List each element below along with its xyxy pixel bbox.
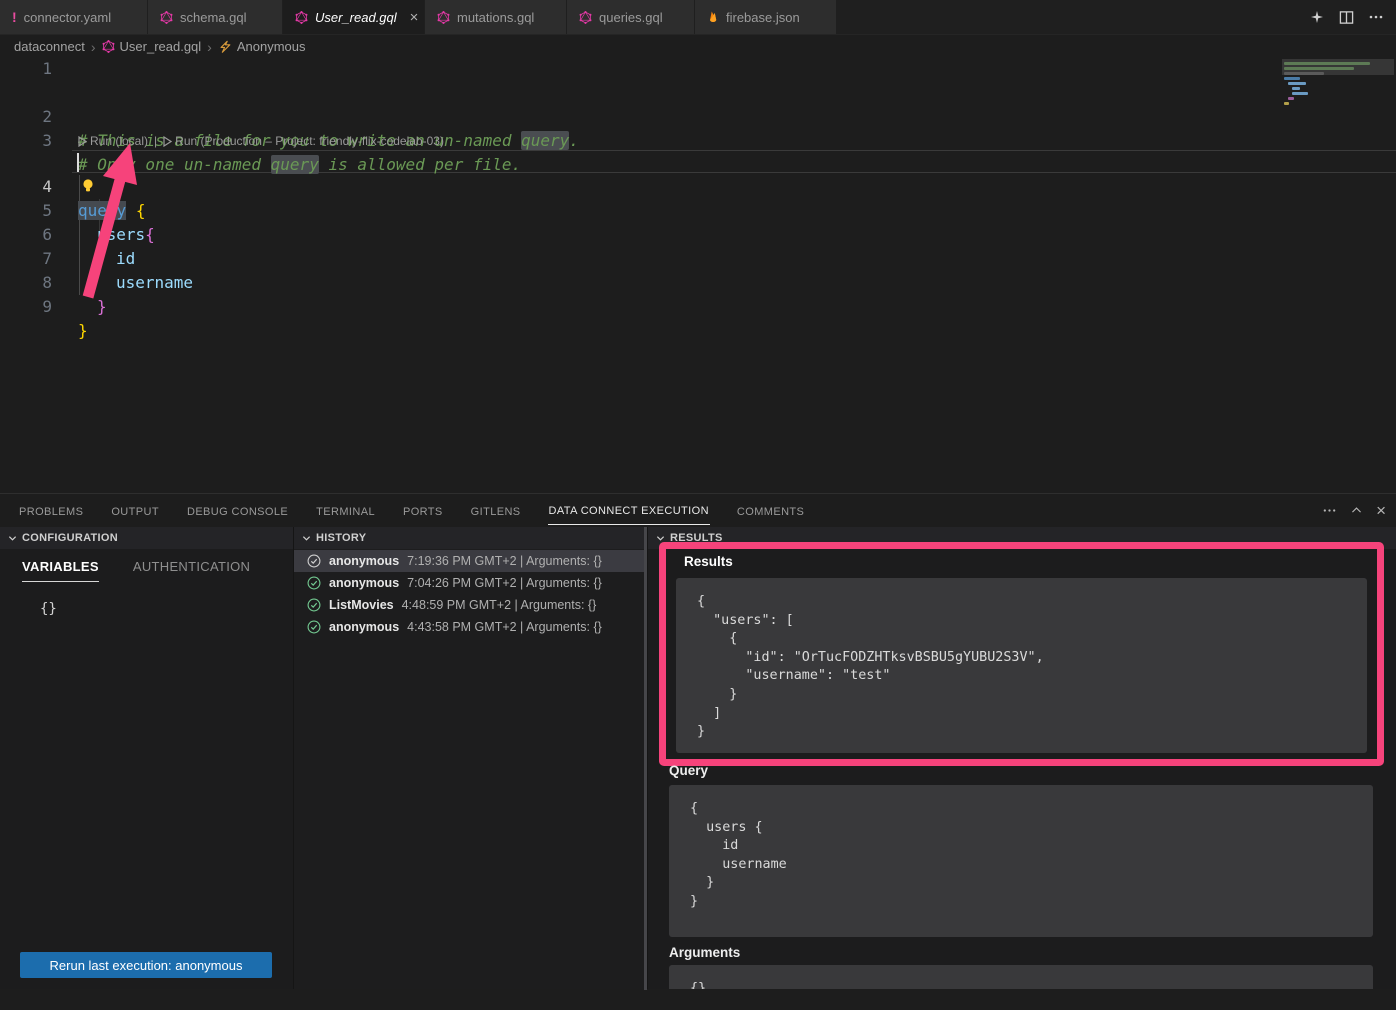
bottom-panel: PROBLEMS OUTPUT DEBUG CONSOLE TERMINAL P… (0, 493, 1396, 1010)
history-row[interactable]: ListMovies 4:48:59 PM GMT+2 | Arguments:… (294, 594, 647, 616)
panel-tab-comments[interactable]: COMMENTS (736, 497, 805, 525)
history-header[interactable]: HISTORY (294, 527, 647, 549)
results-code-block: { "users": [ { "id": "OrTucFODZHTksvBSBU… (676, 578, 1367, 753)
success-check-icon (307, 620, 321, 634)
event-bolt-icon (218, 40, 232, 54)
results-section: RESULTS Results { "users": [ { "id": "Or… (647, 527, 1396, 989)
panel-tab-ports[interactable]: PORTS (402, 497, 444, 525)
panel-actions: × (1322, 494, 1386, 527)
query-text: { users { id username } } (669, 785, 1373, 912)
word-highlight: query (521, 131, 569, 150)
copilot-sparkle-icon[interactable] (1309, 9, 1325, 25)
code-line: } (97, 295, 107, 319)
panel-tab-output[interactable]: OUTPUT (110, 497, 160, 525)
tab-mutations-gql[interactable]: mutations.gql (425, 0, 567, 34)
tab-variables[interactable]: VARIABLES (22, 559, 99, 582)
chevron-down-icon (8, 534, 17, 543)
arguments-text: {} (669, 965, 1373, 989)
panel-tab-debug-console[interactable]: DEBUG CONSOLE (186, 497, 289, 525)
history-row[interactable]: anonymous 7:04:26 PM GMT+2 | Arguments: … (294, 572, 647, 594)
graphql-icon (295, 11, 308, 24)
split-editor-icon[interactable] (1339, 10, 1354, 25)
success-check-icon (307, 598, 321, 612)
graphql-icon (102, 40, 115, 53)
graphql-icon (579, 11, 592, 24)
breadcrumb: dataconnect › User_read.gql › Anonymous (0, 36, 1396, 57)
play-icon (163, 136, 172, 147)
tab-label: queries.gql (599, 10, 663, 25)
arguments-label: Arguments (669, 945, 740, 960)
configuration-header[interactable]: CONFIGURATION (0, 527, 293, 549)
tab-label: User_read.gql (315, 10, 397, 25)
yaml-warning-icon: ! (12, 9, 17, 25)
more-actions-icon[interactable] (1322, 503, 1337, 518)
more-actions-icon[interactable] (1368, 9, 1384, 25)
chevron-down-icon (302, 534, 311, 543)
tab-label: mutations.gql (457, 10, 534, 25)
line-number: 9 (0, 295, 52, 319)
success-check-icon (307, 576, 321, 590)
results-highlight-box: Results { "users": [ { "id": "OrTucFODZH… (659, 542, 1384, 766)
results-label: Results (684, 554, 733, 569)
query-label: Query (669, 763, 708, 778)
tab-label: connector.yaml (24, 10, 111, 25)
run-local-link[interactable]: Run (local) (78, 134, 148, 148)
panel-tab-terminal[interactable]: TERMINAL (315, 497, 376, 525)
editor-tab-bar: ! connector.yaml schema.gql User_read.gq… (0, 0, 1396, 35)
tab-queries-gql[interactable]: queries.gql (567, 0, 695, 34)
text-cursor (77, 153, 79, 172)
tab-label: firebase.json (726, 10, 800, 25)
history-row[interactable]: anonymous 7:19:36 PM GMT+2 | Arguments: … (294, 550, 647, 572)
line-number: 3 (0, 129, 52, 153)
vscode-window: ! connector.yaml schema.gql User_read.gq… (0, 0, 1396, 1010)
chevron-right-icon: › (207, 39, 212, 55)
code-editor[interactable]: 1 2 # This is a file for you to write an… (0, 57, 1396, 493)
firebase-icon (707, 10, 719, 24)
line-number: 1 (0, 57, 52, 81)
query-code-block: { users { id username } } (669, 785, 1373, 937)
codelens: Run (local) | Run (Production – Project:… (78, 131, 444, 151)
history-section: HISTORY anonymous 7:19:36 PM GMT+2 | Arg… (293, 527, 647, 989)
tab-schema-gql[interactable]: schema.gql (148, 0, 283, 34)
results-json: { "users": [ { "id": "OrTucFODZHTksvBSBU… (676, 578, 1367, 742)
code-line: } (78, 319, 88, 343)
rerun-last-execution-button[interactable]: Rerun last execution: anonymous (20, 952, 272, 978)
tab-label: schema.gql (180, 10, 246, 25)
close-icon[interactable]: × (410, 10, 419, 25)
arguments-code-block: {} (669, 965, 1373, 989)
configuration-tabs: VARIABLES AUTHENTICATION (22, 559, 250, 582)
lightbulb-icon[interactable] (81, 178, 95, 193)
panel-tab-gitlens[interactable]: GITLENS (470, 497, 522, 525)
panel-tab-problems[interactable]: PROBLEMS (18, 497, 84, 525)
graphql-icon (437, 11, 450, 24)
tab-authentication[interactable]: AUTHENTICATION (133, 559, 250, 582)
configuration-section: CONFIGURATION VARIABLES AUTHENTICATION {… (0, 527, 293, 989)
panel-tab-data-connect-execution[interactable]: DATA CONNECT EXECUTION (548, 496, 710, 525)
play-icon (78, 136, 87, 147)
panel-tab-bar: PROBLEMS OUTPUT DEBUG CONSOLE TERMINAL P… (0, 494, 1396, 527)
editor-actions (1309, 0, 1396, 34)
tab-connector-yaml[interactable]: ! connector.yaml (0, 0, 148, 34)
history-row[interactable]: anonymous 4:43:58 PM GMT+2 | Arguments: … (294, 616, 647, 638)
chevron-right-icon: › (91, 39, 96, 55)
graphql-icon (160, 11, 173, 24)
minimap[interactable] (1282, 59, 1394, 117)
breadcrumb-symbol[interactable]: Anonymous (218, 39, 306, 54)
close-panel-icon[interactable]: × (1376, 502, 1386, 519)
run-production-link[interactable]: Run (Production – Project: friendly-flix… (163, 134, 444, 148)
tab-firebase-json[interactable]: firebase.json (695, 0, 837, 34)
breadcrumb-file[interactable]: User_read.gql (102, 39, 202, 54)
history-list: anonymous 7:19:36 PM GMT+2 | Arguments: … (294, 550, 647, 638)
success-check-icon (307, 554, 321, 568)
breadcrumb-folder[interactable]: dataconnect (14, 39, 85, 54)
tab-user-read-gql[interactable]: User_read.gql × (283, 0, 425, 34)
variables-value[interactable]: {} (40, 601, 57, 617)
codelens-separator: | (154, 134, 157, 148)
maximize-panel-icon[interactable] (1350, 504, 1363, 517)
